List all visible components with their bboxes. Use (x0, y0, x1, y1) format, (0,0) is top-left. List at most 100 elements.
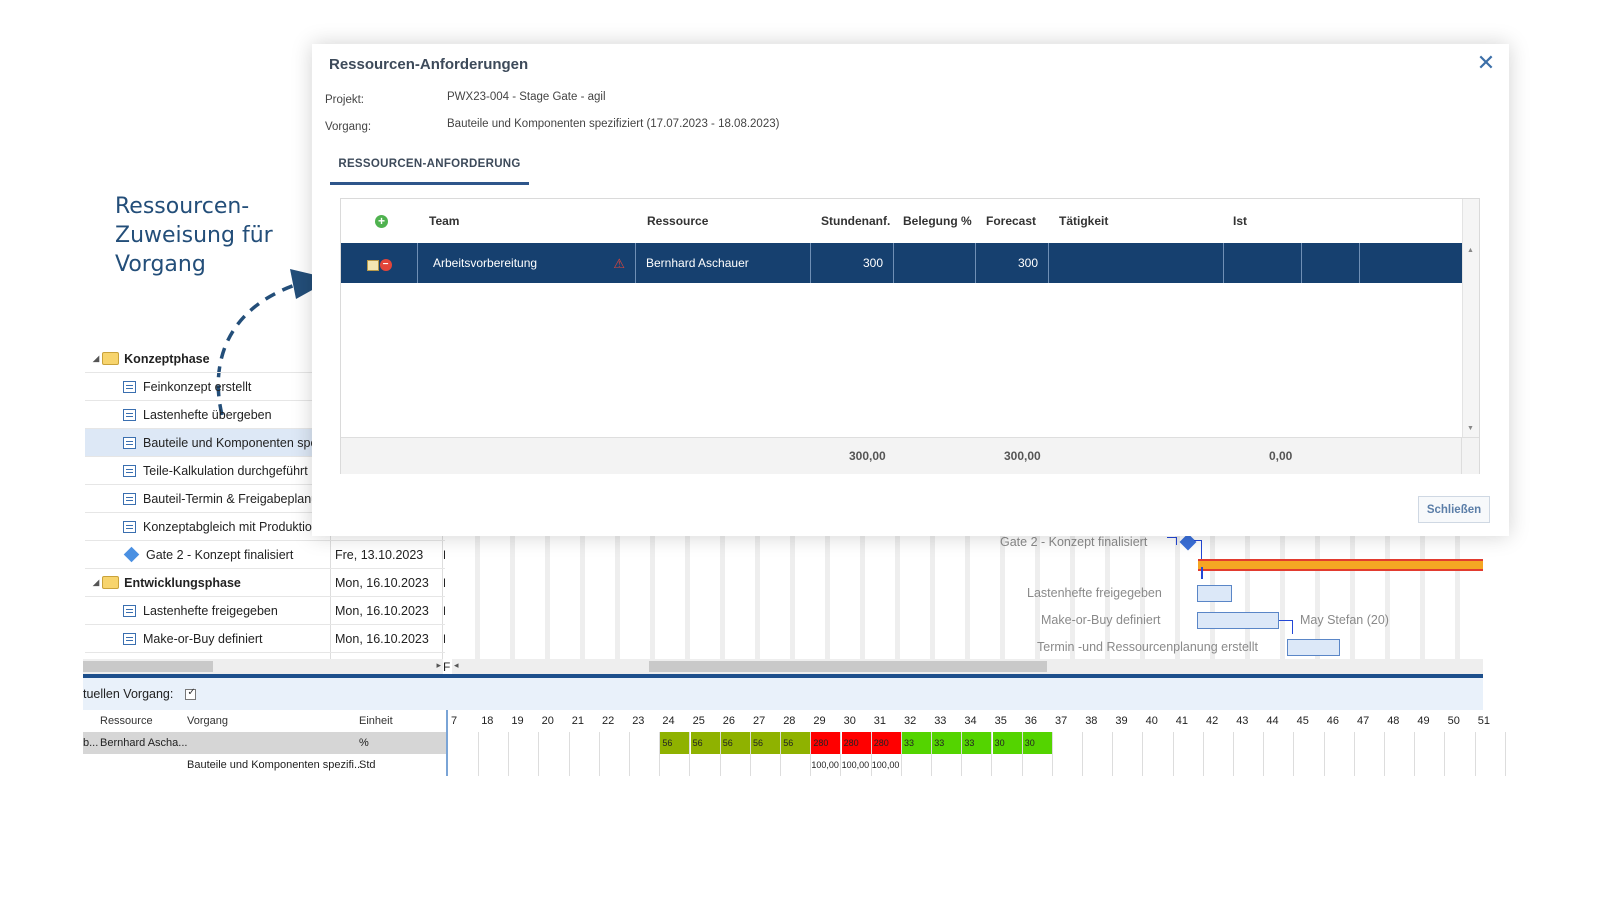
grid-vertical-scrollbar[interactable]: ▲ ▼ (1462, 199, 1479, 437)
week-cell: 30 (992, 732, 1023, 754)
week-cell (1083, 732, 1114, 754)
week-cell (570, 732, 600, 754)
current-task-checkbox[interactable] (185, 687, 197, 700)
tab-ressourcen-anforderung[interactable]: RESSOURCEN-ANFORDERUNG (330, 146, 529, 185)
week-header: 35 (994, 715, 1007, 727)
requirements-grid: + Team Ressource Stundenanf. Belegung % … (340, 198, 1480, 474)
gantt-horizontal-scrollbar[interactable]: ◂ (452, 659, 1483, 674)
week-header: 37 (1055, 715, 1068, 727)
cell-einheit: % (359, 737, 369, 749)
task-icon (123, 436, 136, 449)
gantt-connector (1201, 567, 1203, 579)
cell-ressource[interactable]: Bernhard Aschauer (636, 243, 811, 283)
col-team: Team (429, 214, 460, 228)
week-cell: 100,00 (872, 754, 902, 776)
task-name: Lastenhefte freigegeben (143, 603, 278, 618)
week-cell (570, 754, 600, 776)
week-cell (1174, 732, 1204, 754)
week-cell (1446, 754, 1476, 776)
edit-icon[interactable] (366, 259, 379, 271)
task-row[interactable]: Lastenhefte freigegebenMon, 16.10.2023M (85, 597, 455, 625)
task-name: Konzeptabgleich mit Produktion ... (143, 519, 333, 534)
task-row[interactable]: Gate 2 - Konzept finalisiert Fre, 13.10.2… (85, 541, 455, 569)
week-header: 26 (722, 715, 736, 727)
week-cell (630, 732, 661, 754)
cell-ressource: Bernhard Ascha... (100, 737, 188, 749)
week-cell (479, 732, 510, 754)
week-cell: 280 (811, 732, 842, 754)
week-header: 30 (843, 715, 856, 727)
task-date: Mon, 16.10.2023 (330, 625, 443, 652)
cell-ist[interactable] (1224, 243, 1302, 283)
week-cell (1355, 754, 1385, 776)
week-header: 24 (662, 715, 675, 727)
total-ist: 0,00 (1269, 449, 1293, 463)
week-header: 45 (1296, 715, 1309, 727)
cell-taetigkeit[interactable] (1049, 243, 1224, 283)
task-icon (123, 604, 136, 617)
week-cell (509, 754, 540, 776)
week-cell (1446, 732, 1476, 754)
gantt-summary-bar[interactable] (1198, 559, 1483, 571)
cell-stundenanf[interactable]: 300 (811, 243, 894, 283)
schliessen-button[interactable]: Schließen (1418, 496, 1490, 523)
week-header: 43 (1236, 715, 1249, 727)
week-cell: 280 (871, 732, 902, 754)
task-date: Mon, 16.10.2023 (330, 569, 443, 596)
resource-requirements-dialog: Ressourcen-Anforderungen ✕ Projekt: PWX2… (312, 44, 1509, 536)
task-name: Feinkonzept erstellt (143, 379, 252, 394)
task-icon (123, 520, 136, 533)
week-header: 50 (1447, 715, 1460, 727)
week-header: 19 (511, 715, 524, 727)
week-cell (993, 754, 1023, 776)
week-cell: 100,00 (842, 754, 872, 776)
week-header: 22 (602, 715, 615, 727)
week-cell (1295, 754, 1325, 776)
task-icon (123, 632, 136, 645)
week-header: 36 (1024, 715, 1038, 727)
week-cell (449, 732, 479, 754)
week-header: 42 (1206, 715, 1219, 727)
task-icon (123, 408, 136, 421)
grid-totals: 300,00 300,00 0,00 (341, 437, 1479, 474)
week-cell (1476, 754, 1506, 776)
week-cell (962, 754, 993, 776)
gantt-bar-make-or-buy[interactable] (1197, 612, 1279, 629)
week-cell (449, 754, 479, 776)
week-header: 41 (1175, 715, 1189, 727)
week-cell (1204, 732, 1234, 754)
col-ressource: Ressource (647, 214, 709, 228)
expand-caret-icon[interactable]: ◢ (93, 354, 99, 363)
tree-horizontal-scrollbar[interactable]: ▸ (83, 659, 443, 674)
week-cell (1325, 732, 1355, 754)
table-row[interactable]: − Arbeitsvorbereitung ⚠ Bernhard Aschaue… (341, 243, 1463, 283)
gantt-bar-termin[interactable] (1287, 639, 1340, 656)
task-name: Bauteil-Termin & Freigabeplanu... (143, 491, 329, 506)
week-cell: 280 (841, 732, 872, 754)
gantt-bar-lastenhefte[interactable] (1197, 585, 1232, 602)
task-name: Entwicklungsphase (124, 575, 241, 590)
week-header: 21 (571, 715, 585, 727)
week-cell: 56 (781, 732, 812, 754)
expand-caret-icon[interactable]: ◢ (93, 578, 99, 587)
cell-forecast[interactable]: 300 (976, 243, 1049, 283)
week-cell: 56 (720, 732, 751, 754)
task-row[interactable]: ◢EntwicklungsphaseMon, 16.10.2023D (85, 569, 455, 597)
week-cell (1355, 732, 1385, 754)
week-cell (691, 754, 721, 776)
cell-team: Arbeitsvorbereitung (433, 256, 538, 270)
week-header: 27 (753, 715, 766, 727)
cell-belegung[interactable] (894, 243, 976, 283)
cell-vorgang: Bauteile und Komponenten spezifi... (187, 759, 364, 771)
week-cell (479, 754, 510, 776)
remove-icon[interactable]: − (379, 259, 392, 271)
dialog-title: Ressourcen-Anforderungen (329, 56, 529, 73)
project-value: PWX23-004 - Stage Gate - agil (447, 91, 606, 103)
week-cell (1385, 732, 1416, 754)
task-row[interactable]: Make-or-Buy definiertMon, 16.10.2023F (85, 625, 455, 653)
gantt-connector (1167, 537, 1177, 545)
add-row-icon[interactable]: + (375, 214, 388, 228)
task-date: Mon, 16.10.2023 (330, 597, 443, 624)
grid-header: + Team Ressource Stundenanf. Belegung % … (341, 199, 1463, 243)
close-icon[interactable]: ✕ (1475, 52, 1497, 74)
